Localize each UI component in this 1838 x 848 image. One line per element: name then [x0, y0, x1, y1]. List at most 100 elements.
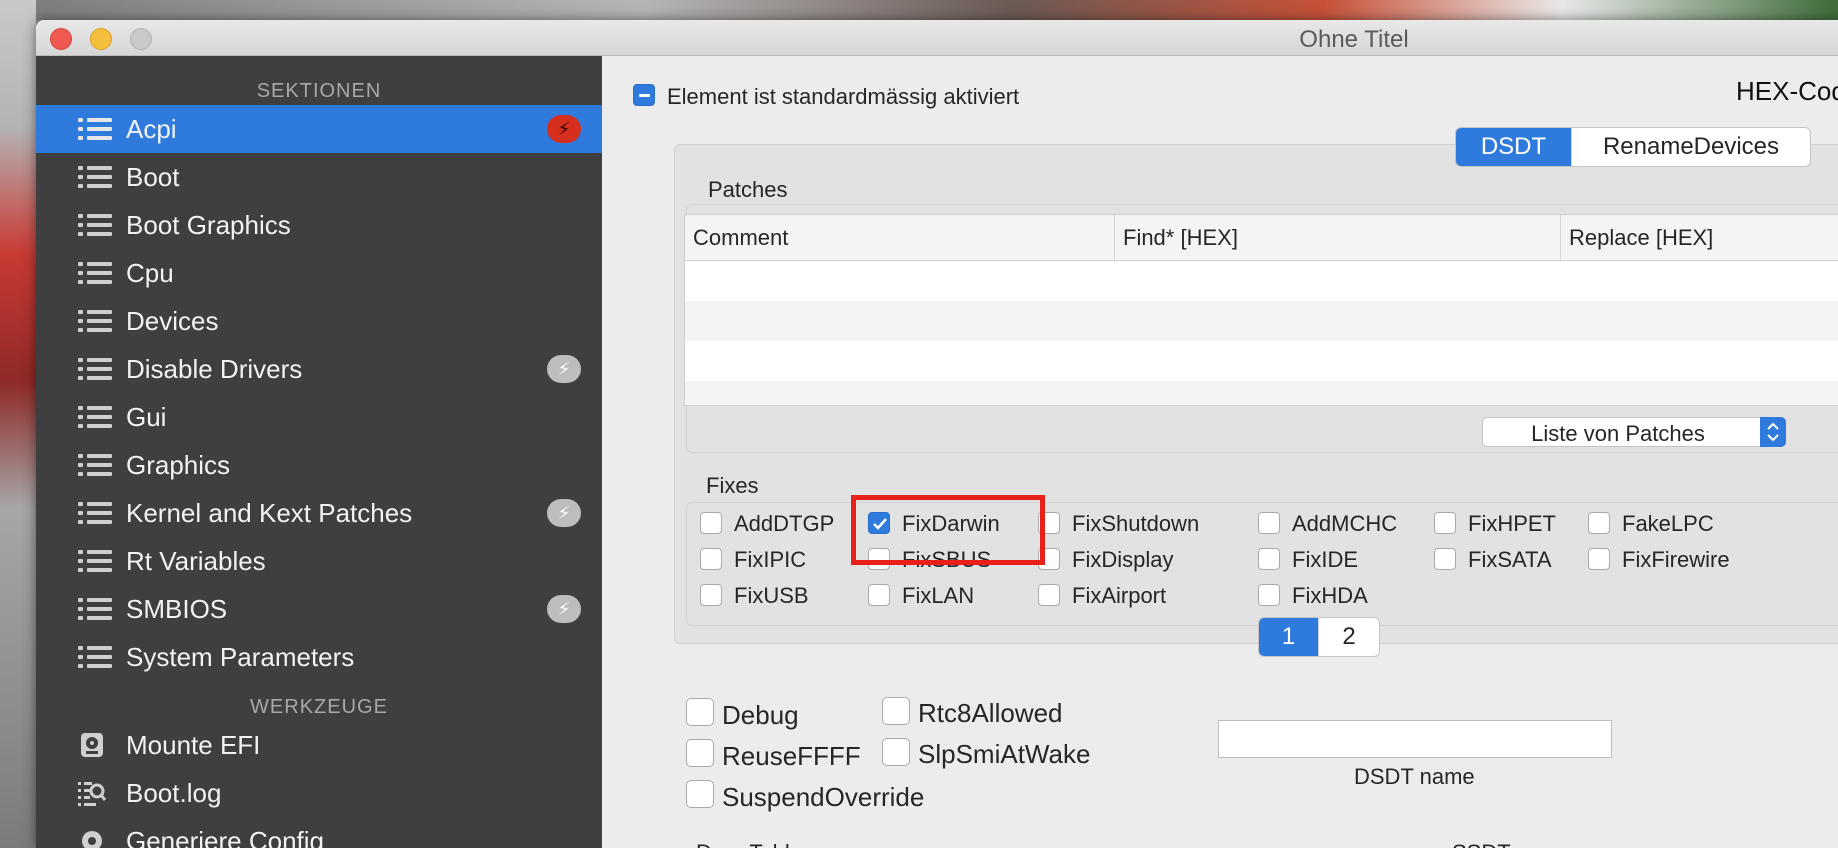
- sidebar: SEKTIONEN Acpi ⚡ Boot Boot Graphics Cpu …: [36, 56, 602, 848]
- sidebar-item-system-parameters[interactable]: System Parameters: [36, 633, 602, 681]
- sidebar-item-devices[interactable]: Devices: [36, 297, 602, 345]
- table-row[interactable]: [685, 301, 1838, 341]
- checkbox-label-fixhpet: FixHPET: [1468, 511, 1556, 536]
- tab-rename-devices[interactable]: RenameDevices: [1572, 128, 1810, 166]
- list-icon: [78, 262, 112, 284]
- list-icon: [78, 598, 112, 620]
- chevron-up-down-icon: [1760, 417, 1786, 447]
- checkbox-adddtgp[interactable]: [700, 512, 722, 534]
- lightning-badge-icon: ⚡: [547, 499, 581, 527]
- highlight-annotation: [851, 495, 1045, 565]
- list-icon: [78, 646, 112, 668]
- sidebar-item-cpu[interactable]: Cpu: [36, 249, 602, 297]
- checkbox-fakelpc[interactable]: [1588, 512, 1610, 534]
- table-row[interactable]: [685, 381, 1838, 405]
- checkbox-reuseffff[interactable]: [686, 739, 714, 767]
- sections-header: SEKTIONEN: [256, 80, 382, 102]
- checkbox-label-rtc8allowed: Rtc8Allowed: [918, 698, 1063, 728]
- dsdt-tabs: DSDT RenameDevices: [1455, 127, 1811, 167]
- list-icon: [78, 166, 112, 188]
- tools-header: WERKZEUGE: [250, 696, 388, 718]
- checkbox-label-fixfirewire: FixFirewire: [1622, 547, 1730, 572]
- sidebar-item-kernel-kext-patches[interactable]: Kernel and Kext Patches ⚡: [36, 489, 602, 537]
- enabled-by-default-checkbox[interactable]: [633, 84, 655, 106]
- log-search-icon: [78, 782, 106, 806]
- checkbox-label-fakelpc: FakeLPC: [1622, 511, 1714, 536]
- checkbox-label-fixipic: FixIPIC: [734, 547, 807, 572]
- patches-table-header: Comment Find* [HEX] Replace [HEX]: [685, 215, 1838, 261]
- lightning-badge-icon: ⚡: [547, 115, 581, 143]
- lightning-badge-icon: ⚡: [547, 595, 581, 623]
- dsdt-name-input[interactable]: [1218, 720, 1612, 758]
- sidebar-item-label: Cpu: [126, 258, 174, 288]
- sidebar-item-label: Devices: [126, 306, 219, 336]
- checkbox-addmchc[interactable]: [1258, 512, 1280, 534]
- page-2-button[interactable]: 2: [1319, 618, 1379, 656]
- sidebar-item-disable-drivers[interactable]: Disable Drivers ⚡: [36, 345, 602, 393]
- tool-item-label: Mounte EFI: [126, 730, 261, 760]
- main-panel: Element ist standardmässig aktiviert HEX…: [602, 56, 1838, 848]
- table-row[interactable]: [685, 341, 1838, 381]
- checkbox-label-slpsmiatwake: SlpSmiAtWake: [918, 739, 1091, 769]
- list-icon: [78, 358, 112, 380]
- list-icon: [78, 118, 112, 140]
- tool-item-boot-log[interactable]: Boot.log: [36, 769, 602, 817]
- checkbox-rtc8allowed[interactable]: [882, 697, 910, 725]
- hex-code-label: HEX-Code w: [1736, 76, 1838, 106]
- checkbox-label-fixdisplay: FixDisplay: [1072, 547, 1174, 572]
- checkbox-fixipic[interactable]: [700, 548, 722, 570]
- checkbox-label-fixusb: FixUSB: [734, 583, 809, 608]
- checkbox-label-fixsata: FixSATA: [1468, 547, 1552, 572]
- patches-table[interactable]: Comment Find* [HEX] Replace [HEX]: [684, 214, 1838, 406]
- checkbox-suspendoverride[interactable]: [686, 780, 714, 808]
- drop-tables-label: Drop Tables: [696, 840, 813, 848]
- column-header-find[interactable]: Find* [HEX]: [1114, 215, 1560, 261]
- patches-list-popup[interactable]: Liste von Patches: [1482, 417, 1786, 447]
- table-row[interactable]: [685, 261, 1838, 301]
- sidebar-item-label: Graphics: [126, 450, 231, 480]
- minimize-window-button[interactable]: [90, 28, 112, 50]
- checkbox-fixairport[interactable]: [1038, 584, 1060, 606]
- tool-item-generate-config[interactable]: Generiere Config: [36, 817, 602, 848]
- tab-dsdt[interactable]: DSDT: [1456, 128, 1572, 166]
- checkbox-fixide[interactable]: [1258, 548, 1280, 570]
- checkbox-label-fixlan: FixLAN: [902, 583, 975, 608]
- checkbox-fixusb[interactable]: [700, 584, 722, 606]
- checkbox-label-suspendoverride: SuspendOverride: [722, 782, 925, 812]
- sidebar-item-boot-graphics[interactable]: Boot Graphics: [36, 201, 602, 249]
- checkbox-fixlan[interactable]: [868, 584, 890, 606]
- title-bar: Ohne Titel: [36, 20, 1838, 56]
- fixes-pagination: 1 2: [1258, 617, 1380, 657]
- tool-item-label: Generiere Config: [126, 826, 324, 848]
- zoom-window-button[interactable]: [130, 28, 152, 50]
- sidebar-item-graphics[interactable]: Graphics: [36, 441, 602, 489]
- close-window-button[interactable]: [50, 28, 72, 50]
- tool-item-label: Boot.log: [126, 778, 222, 808]
- sidebar-item-rt-variables[interactable]: Rt Variables: [36, 537, 602, 585]
- lightning-badge-icon: ⚡: [547, 355, 581, 383]
- list-icon: [78, 454, 112, 476]
- disk-icon: [81, 733, 103, 757]
- list-icon: [78, 502, 112, 524]
- checkbox-label-fixairport: FixAirport: [1072, 583, 1167, 608]
- sidebar-item-boot[interactable]: Boot: [36, 153, 602, 201]
- checkbox-fixhda[interactable]: [1258, 584, 1280, 606]
- list-icon: [78, 550, 112, 572]
- checkbox-label-fixshutdown: FixShutdown: [1072, 511, 1200, 536]
- list-icon: [78, 214, 112, 236]
- sidebar-item-smbios[interactable]: SMBIOS ⚡: [36, 585, 602, 633]
- sidebar-item-label: Gui: [126, 402, 167, 432]
- column-header-replace[interactable]: Replace [HEX]: [1560, 215, 1838, 261]
- sidebar-item-gui[interactable]: Gui: [36, 393, 602, 441]
- sidebar-item-acpi[interactable]: Acpi ⚡: [36, 105, 602, 153]
- checkbox-debug[interactable]: [686, 698, 714, 726]
- column-header-comment[interactable]: Comment: [685, 215, 1115, 261]
- checkbox-fixsata[interactable]: [1434, 548, 1456, 570]
- checkbox-fixfirewire[interactable]: [1588, 548, 1610, 570]
- tool-item-mount-efi[interactable]: Mounte EFI: [36, 721, 602, 769]
- checkbox-label-reuseffff: ReuseFFFF: [722, 741, 861, 771]
- checkbox-slpsmiatwake[interactable]: [882, 738, 910, 766]
- checkbox-label-debug: Debug: [722, 700, 799, 730]
- checkbox-fixhpet[interactable]: [1434, 512, 1456, 534]
- page-1-button[interactable]: 1: [1259, 618, 1319, 656]
